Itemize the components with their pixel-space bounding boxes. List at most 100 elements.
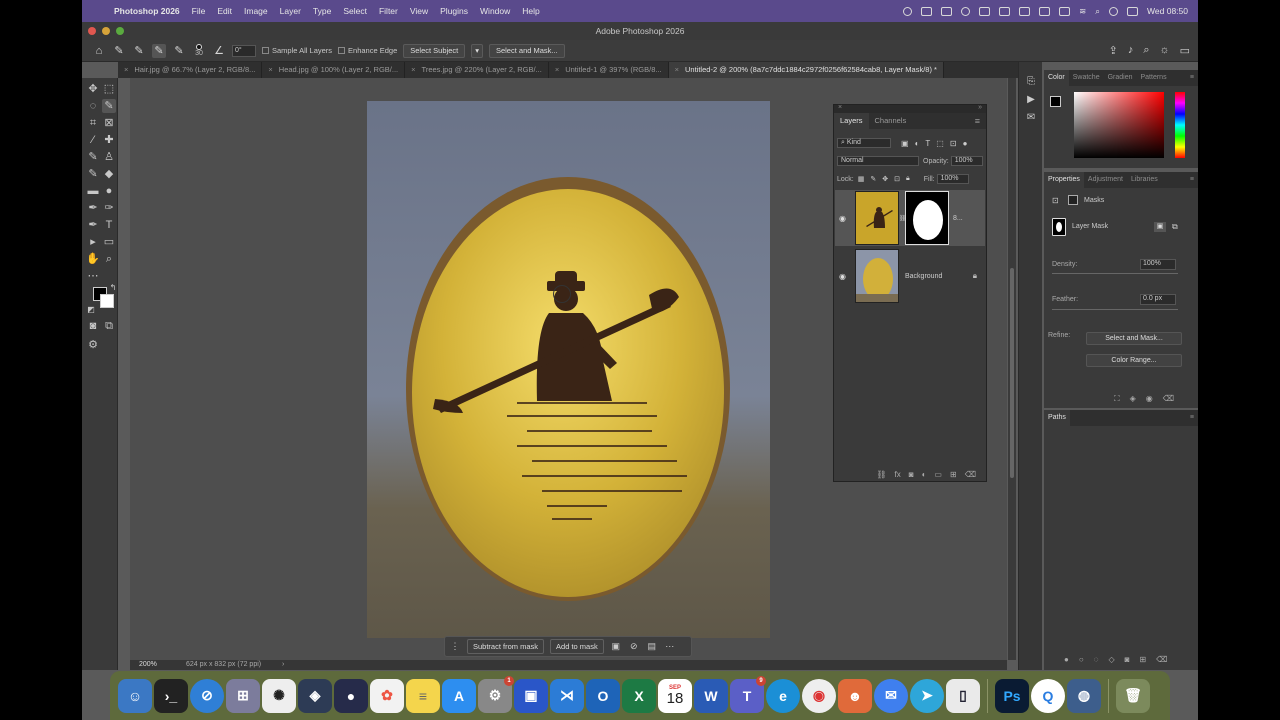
eyedropper-tool-icon[interactable]: ⁄ xyxy=(86,133,100,147)
calendar-icon[interactable]: SEP 18 xyxy=(658,678,692,713)
chrome-icon[interactable]: ◉ xyxy=(802,678,836,713)
chatgpt-icon[interactable]: ✺ xyxy=(262,678,296,713)
delete-path-icon[interactable]: ⌫ xyxy=(1156,655,1167,664)
search-icon[interactable]: ⌕ xyxy=(1143,44,1149,57)
menu-plugins[interactable]: Plugins xyxy=(440,6,468,16)
add-mask-icon[interactable]: ◙ xyxy=(1125,655,1130,664)
invert-mask-icon[interactable]: ⊘ xyxy=(628,641,640,652)
panel-menu-icon[interactable]: ≡ xyxy=(1186,172,1198,188)
menu-layer[interactable]: Layer xyxy=(280,6,301,16)
notes-icon[interactable]: ≡ xyxy=(406,678,440,713)
close-tab-icon[interactable]: × xyxy=(675,65,679,74)
path-select-tool-icon[interactable]: ▸ xyxy=(86,235,100,249)
brush-size-picker[interactable]: 30 xyxy=(192,44,206,57)
app-menu[interactable]: Photoshop 2026 xyxy=(114,6,180,16)
layer-row-mask[interactable]: ◉ ⛓︎ 8... xyxy=(835,190,985,246)
close-tab-icon[interactable]: × xyxy=(268,65,272,74)
history-brush-icon[interactable]: ✎ xyxy=(86,167,100,181)
tab-head[interactable]: × Head.jpg @ 100% (Layer 2, RGB/... xyxy=(262,62,406,78)
pixel-mask-icon[interactable]: ⊡ xyxy=(1052,196,1059,205)
menu-help[interactable]: Help xyxy=(522,6,539,16)
path-selection-icon[interactable]: ◌ xyxy=(1094,655,1099,664)
lock-position-icon[interactable]: ✥ xyxy=(882,175,888,183)
opacity-field[interactable]: 100% xyxy=(950,156,983,166)
swap-colors-icon[interactable]: ↰ xyxy=(106,281,120,295)
spotlight-icon[interactable]: ⌕ xyxy=(1095,6,1100,17)
collapse-panel-icon[interactable]: » xyxy=(978,104,982,111)
davinci-resolve-icon[interactable]: ◈ xyxy=(298,678,332,713)
document-canvas[interactable] xyxy=(367,101,770,638)
lock-pixels-icon[interactable]: ✎ xyxy=(870,175,876,183)
marquee-tool-icon[interactable]: ⬚ xyxy=(102,82,116,96)
new-selection-icon[interactable]: ✎ xyxy=(132,44,146,58)
tab-properties[interactable]: Properties xyxy=(1044,172,1084,188)
text-tool-icon[interactable]: ✒ xyxy=(86,218,100,232)
add-to-mask-button[interactable]: Add to mask xyxy=(550,639,604,654)
filter-toggle-icon[interactable]: ● xyxy=(963,139,968,148)
cloud-icon[interactable] xyxy=(941,6,953,16)
telegram-icon[interactable]: ➤ xyxy=(910,678,944,713)
drag-handle-icon[interactable]: ⋮ xyxy=(449,641,461,652)
wifi-icon[interactable]: ≋ xyxy=(1079,6,1086,17)
photos-icon[interactable]: ✿ xyxy=(370,678,404,713)
color-fg-swatch[interactable] xyxy=(1050,96,1061,107)
frame-tool-icon[interactable]: ⊠ xyxy=(102,116,116,130)
word-icon[interactable]: W xyxy=(694,678,728,713)
delete-mask-icon[interactable]: ⌫ xyxy=(1163,394,1174,404)
blur-tool-icon[interactable]: ● xyxy=(102,184,116,198)
layer-name[interactable]: 8... xyxy=(953,215,963,222)
layer-thumbnail[interactable] xyxy=(855,249,899,303)
close-panel-icon[interactable]: × xyxy=(838,104,842,111)
actions-icon[interactable]: ▶ xyxy=(1025,94,1037,106)
zoom-level[interactable]: 200% xyxy=(139,660,157,670)
sample-all-layers-checkbox[interactable]: Sample All Layers xyxy=(262,46,332,55)
finder-icon[interactable]: ☺ xyxy=(118,678,152,713)
angle-field[interactable]: 0° xyxy=(232,44,256,57)
tab-libraries[interactable]: Libraries xyxy=(1127,172,1162,188)
subtract-from-mask-button[interactable]: Subtract from mask xyxy=(467,639,545,654)
close-tab-icon[interactable]: × xyxy=(555,65,559,74)
tab-color[interactable]: Color xyxy=(1044,70,1069,86)
new-path-icon[interactable]: ⊞ xyxy=(1139,655,1146,664)
menu-image[interactable]: Image xyxy=(244,6,268,16)
adjustment-filter-icon[interactable]: ◐ xyxy=(915,139,920,148)
scroll-thumb[interactable] xyxy=(1010,268,1014,478)
quicktime-icon[interactable]: Q xyxy=(1031,678,1065,713)
screen-app-icon[interactable]: ▣ xyxy=(514,678,548,713)
stage-manager-icon[interactable] xyxy=(999,6,1011,16)
move-tool-icon[interactable]: ✥ xyxy=(86,82,100,96)
pen-tool-icon[interactable]: ✑ xyxy=(102,201,116,215)
tab-hair[interactable]: × Hair.jpg @ 66.7% (Layer 2, RGB/8... xyxy=(118,62,263,78)
layer-thumbnail[interactable] xyxy=(855,191,899,245)
apply-mask-icon[interactable]: ◈ xyxy=(1130,394,1136,404)
lock-all-icon[interactable]: 🔒︎ xyxy=(906,175,910,183)
hand-tool-icon[interactable]: ✋ xyxy=(86,252,100,266)
tab-layers[interactable]: Layers xyxy=(834,113,869,129)
select-subject-dropdown[interactable]: ▾ xyxy=(471,43,483,58)
share-icon[interactable]: ⇪ xyxy=(1109,44,1118,57)
tab-channels[interactable]: Channels xyxy=(869,113,913,129)
stroke-path-icon[interactable]: ○ xyxy=(1079,655,1084,664)
launchpad-icon[interactable]: ⊞ xyxy=(226,678,260,713)
color-range-button[interactable]: Color Range... xyxy=(1086,354,1182,367)
mask-thumbnail[interactable] xyxy=(905,191,949,245)
panel-menu-icon[interactable]: ≡ xyxy=(1186,410,1198,426)
subtract-from-selection-icon[interactable]: ✎ xyxy=(172,44,186,58)
excel-icon[interactable]: X xyxy=(622,678,656,713)
lasso-tool-icon[interactable]: ◌ xyxy=(86,99,100,113)
pixel-filter-icon[interactable]: ▣ xyxy=(901,139,909,148)
teams-icon[interactable]: T9 xyxy=(730,675,766,713)
quick-mask-icon[interactable]: ◙ xyxy=(86,319,100,333)
add-mask-icon[interactable]: ◙ xyxy=(909,470,914,479)
tab-trees[interactable]: × Trees.jpg @ 220% (Layer 2, RGB/... xyxy=(405,62,549,78)
cinema4d-icon[interactable]: ● xyxy=(334,678,368,713)
trash-icon[interactable]: 🗑︎ xyxy=(1116,678,1150,713)
quick-selection-tool-icon[interactable]: ✎ xyxy=(102,99,116,113)
fill-mask-icon[interactable]: ▤ xyxy=(646,641,658,652)
type-tool-icon[interactable]: T xyxy=(102,218,116,232)
record-icon[interactable] xyxy=(903,6,913,16)
app-store-icon[interactable]: A xyxy=(442,678,476,713)
edit-toolbar-icon[interactable]: ⚙ xyxy=(86,338,100,352)
close-tab-icon[interactable]: × xyxy=(124,65,128,74)
menu-select[interactable]: Select xyxy=(343,6,367,16)
